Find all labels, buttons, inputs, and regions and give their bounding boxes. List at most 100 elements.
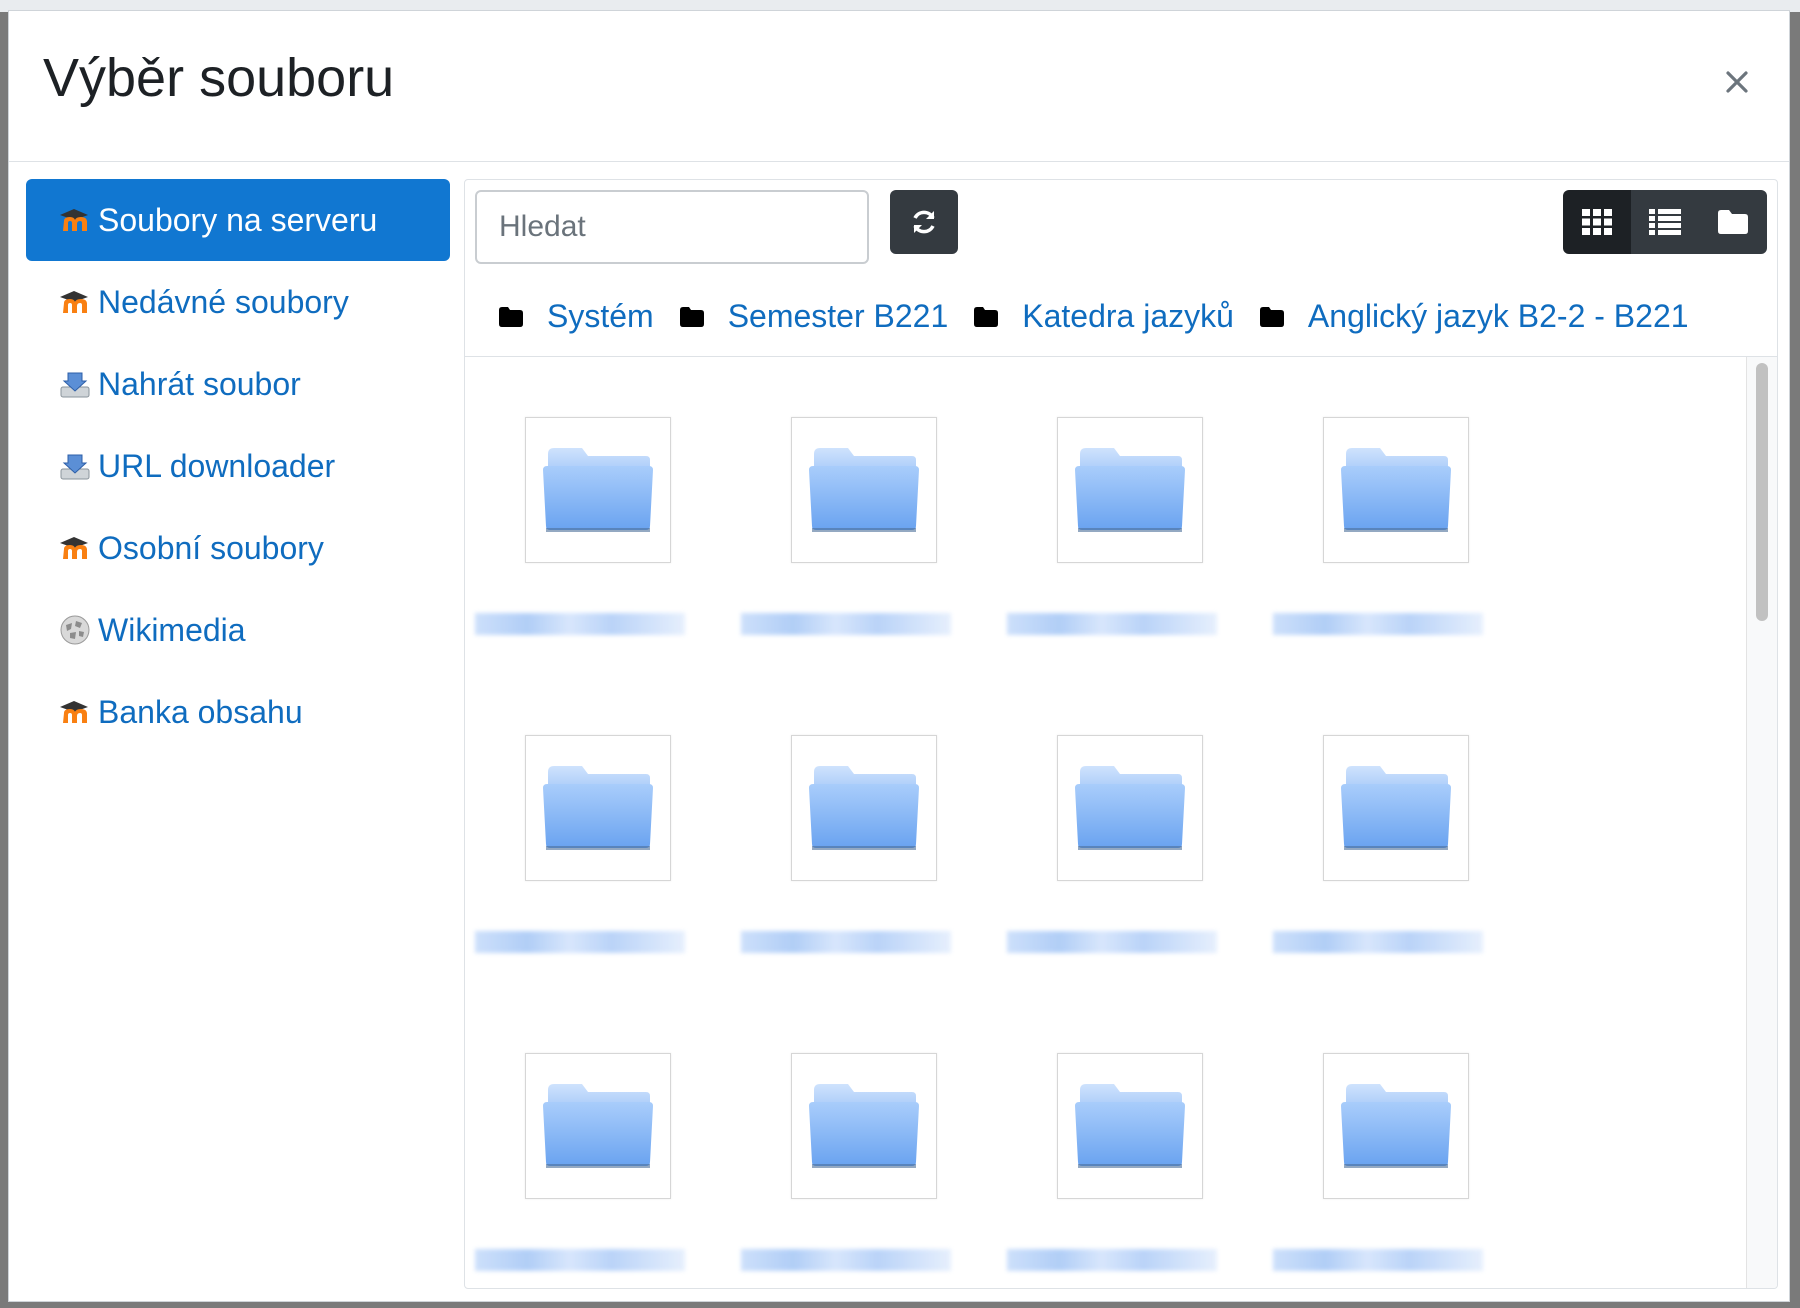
folder-icon: [1341, 1084, 1451, 1168]
close-icon: [1726, 70, 1748, 93]
folder-icon: [1718, 210, 1748, 234]
folder-thumbnail: [525, 417, 671, 563]
folder-tile[interactable]: [741, 1053, 1007, 1288]
moodle-icon: [60, 701, 88, 723]
grid-icon: [1582, 209, 1612, 235]
sidebar-item-recent-files[interactable]: Nedávné soubory: [26, 261, 450, 343]
folder-tile[interactable]: [475, 735, 741, 1053]
moodle-icon: [60, 291, 88, 313]
folder-thumbnail: [1323, 417, 1469, 563]
folder-thumbnail: [1323, 1053, 1469, 1199]
upload-icon: [60, 454, 90, 480]
sidebar-item-url-downloader[interactable]: URL downloader: [26, 425, 450, 507]
folder-name-redacted: [475, 1249, 685, 1271]
file-picker-dialog: Výběr souboru Soubory na serveru Nedávné…: [8, 10, 1790, 1302]
moodle-icon: [60, 537, 88, 559]
folder-tile[interactable]: [1273, 1053, 1539, 1288]
breadcrumb-link[interactable]: Systém: [547, 298, 654, 335]
file-grid: [475, 417, 1539, 1288]
sidebar-item-server-files[interactable]: Soubory na serveru: [26, 179, 450, 261]
vertical-scrollbar[interactable]: [1746, 357, 1777, 1288]
folder-tile[interactable]: [1007, 417, 1273, 735]
folder-tile[interactable]: [1273, 417, 1539, 735]
upload-icon: [60, 372, 90, 398]
folder-tile[interactable]: [741, 417, 1007, 735]
folder-icon: [974, 306, 999, 327]
scrollbar-thumb[interactable]: [1756, 363, 1768, 621]
folder-icon: [1341, 766, 1451, 850]
folder-thumbnail: [1057, 735, 1203, 881]
sidebar-item-wikimedia[interactable]: Wikimedia: [26, 589, 450, 671]
view-grid-button[interactable]: [1563, 190, 1631, 254]
close-button[interactable]: [1715, 61, 1759, 105]
folder-thumbnail: [791, 417, 937, 563]
breadcrumb: Systém Semester B221 Katedra jazyků Angl…: [499, 298, 1715, 335]
sidebar-item-label: URL downloader: [98, 447, 336, 484]
sidebar-item-content-bank[interactable]: Banka obsahu: [26, 671, 450, 753]
file-browser-panel: Systém Semester B221 Katedra jazyků Angl…: [464, 179, 1778, 1289]
breadcrumb-item: Semester B221: [679, 298, 949, 335]
sidebar-item-label: Wikimedia: [98, 611, 246, 648]
breadcrumb-item: Systém: [499, 298, 654, 335]
refresh-icon: [913, 210, 935, 234]
folder-name-redacted: [741, 931, 951, 953]
folder-thumbnail: [525, 735, 671, 881]
folder-name-redacted: [741, 1249, 951, 1271]
folder-thumbnail: [1323, 735, 1469, 881]
folder-tile[interactable]: [741, 735, 1007, 1053]
folder-name-redacted: [1273, 613, 1483, 635]
folder-name-redacted: [1273, 1249, 1483, 1271]
folder-thumbnail: [791, 1053, 937, 1199]
folder-name-redacted: [741, 613, 951, 635]
folder-name-redacted: [1007, 613, 1217, 635]
list-icon: [1649, 209, 1681, 235]
repository-sidebar: Soubory na serveru Nedávné soubory Nahrá…: [26, 179, 450, 753]
folder-icon: [1075, 766, 1185, 850]
breadcrumb-link[interactable]: Katedra jazyků: [1022, 298, 1234, 335]
folder-icon: [679, 306, 704, 327]
folder-icon: [809, 1084, 919, 1168]
breadcrumb-link[interactable]: Anglický jazyk B2-2 - B221: [1308, 298, 1689, 335]
file-toolbar: Systém Semester B221 Katedra jazyků Angl…: [465, 180, 1777, 357]
sidebar-item-label: Osobní soubory: [98, 529, 324, 566]
folder-icon: [1341, 448, 1451, 532]
wikimedia-icon: [60, 615, 90, 645]
folder-name-redacted: [1273, 931, 1483, 953]
breadcrumb-item: Katedra jazyků: [974, 298, 1234, 335]
file-grid-area: [465, 357, 1777, 1288]
folder-icon: [1259, 306, 1284, 327]
folder-name-redacted: [475, 931, 685, 953]
refresh-button[interactable]: [890, 190, 958, 254]
folder-name-redacted: [1007, 931, 1217, 953]
view-tree-button[interactable]: [1699, 190, 1767, 254]
sidebar-item-label: Nahrát soubor: [98, 365, 301, 402]
folder-icon: [543, 448, 653, 532]
folder-thumbnail: [1057, 417, 1203, 563]
search-input[interactable]: [475, 190, 869, 264]
folder-name-redacted: [1007, 1249, 1217, 1271]
moodle-icon: [60, 209, 88, 231]
folder-icon: [1075, 448, 1185, 532]
dialog-title: Výběr souboru: [43, 48, 395, 108]
view-list-button[interactable]: [1631, 190, 1699, 254]
breadcrumb-item: Anglický jazyk B2-2 - B221: [1259, 298, 1689, 335]
folder-tile[interactable]: [475, 1053, 741, 1288]
dialog-header: Výběr souboru: [9, 11, 1789, 162]
breadcrumb-link[interactable]: Semester B221: [728, 298, 949, 335]
folder-icon: [1075, 1084, 1185, 1168]
folder-tile[interactable]: [1273, 735, 1539, 1053]
folder-icon: [809, 448, 919, 532]
sidebar-item-upload-file[interactable]: Nahrát soubor: [26, 343, 450, 425]
folder-thumbnail: [525, 1053, 671, 1199]
folder-icon: [543, 1084, 653, 1168]
folder-tile[interactable]: [475, 417, 741, 735]
folder-tile[interactable]: [1007, 735, 1273, 1053]
folder-icon: [499, 306, 523, 327]
folder-tile[interactable]: [1007, 1053, 1273, 1288]
sidebar-item-label: Banka obsahu: [98, 693, 303, 730]
view-mode-group: [1563, 190, 1767, 254]
folder-icon: [809, 766, 919, 850]
sidebar-item-personal-files[interactable]: Osobní soubory: [26, 507, 450, 589]
sidebar-item-label: Nedávné soubory: [98, 283, 349, 320]
folder-thumbnail: [791, 735, 937, 881]
